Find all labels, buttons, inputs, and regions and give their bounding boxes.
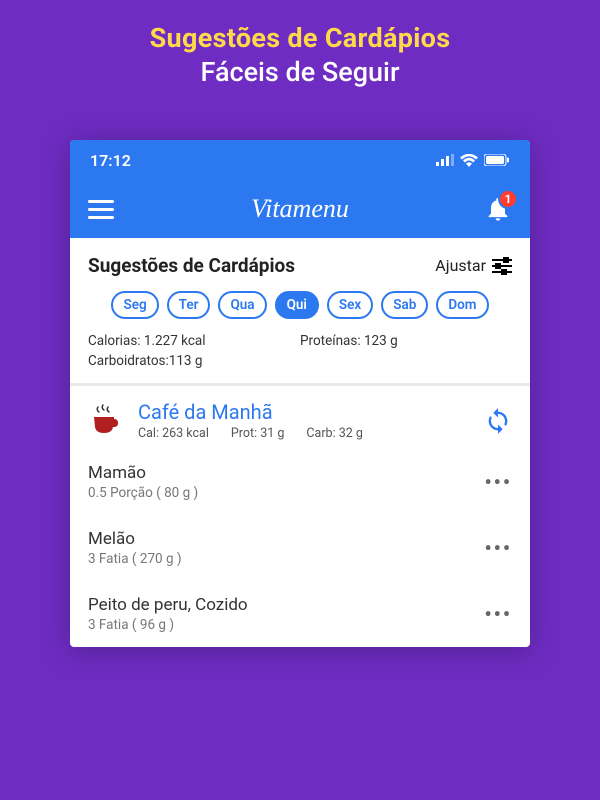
meal-info: Café da Manhã Cal: 263 kcal Prot: 31 g C… xyxy=(138,400,470,441)
section-title: Sugestões de Cardápios xyxy=(88,254,295,277)
day-chip-sab[interactable]: Sab xyxy=(381,291,428,319)
status-bar: 17:12 xyxy=(70,140,530,180)
refresh-icon xyxy=(484,407,512,435)
meal-cal: Cal: 263 kcal xyxy=(138,426,209,441)
food-portion: 3 Fatia ( 270 g ) xyxy=(88,551,182,567)
promo-line-1: Sugestões de Cardápios xyxy=(0,22,600,54)
coffee-cup-icon xyxy=(88,401,124,441)
adjust-button[interactable]: Ajustar xyxy=(435,256,512,275)
food-name: Mamão xyxy=(88,463,198,483)
food-portion: 3 Fatia ( 96 g ) xyxy=(88,617,248,633)
battery-icon xyxy=(484,154,510,166)
promo-header: Sugestões de Cardápios Fáceis de Seguir xyxy=(0,0,600,92)
menu-button[interactable] xyxy=(88,200,114,219)
food-item[interactable]: Mamão 0.5 Porção ( 80 g ) ••• xyxy=(70,449,530,515)
meal-prot: Prot: 31 g xyxy=(231,426,285,441)
wifi-icon xyxy=(460,154,478,167)
notifications-button[interactable]: 1 xyxy=(484,195,512,223)
total-calories: Calorias: 1.227 kcal xyxy=(88,333,300,349)
day-tabs: Seg Ter Qua Qui Sex Sab Dom xyxy=(70,287,530,333)
meal-carb: Carb: 32 g xyxy=(306,426,363,441)
more-icon[interactable]: ••• xyxy=(484,536,512,560)
notification-badge: 1 xyxy=(498,189,518,209)
more-icon[interactable]: ••• xyxy=(484,470,512,494)
refresh-meal-button[interactable] xyxy=(484,407,512,435)
app-title: Vitamenu xyxy=(70,194,530,224)
app-bar: Vitamenu 1 xyxy=(70,180,530,238)
day-chip-qui[interactable]: Qui xyxy=(275,291,319,319)
food-item[interactable]: Melão 3 Fatia ( 270 g ) ••• xyxy=(70,515,530,581)
food-name: Peito de peru, Cozido xyxy=(88,595,248,615)
status-time: 17:12 xyxy=(90,151,131,170)
total-carbs: Carboidratos:113 g xyxy=(88,353,300,369)
meal-header: Café da Manhã Cal: 263 kcal Prot: 31 g C… xyxy=(70,386,530,449)
cellular-icon xyxy=(436,154,454,166)
day-chip-ter[interactable]: Ter xyxy=(167,291,211,319)
food-portion: 0.5 Porção ( 80 g ) xyxy=(88,485,198,501)
day-chip-dom[interactable]: Dom xyxy=(436,291,488,319)
food-item[interactable]: Peito de peru, Cozido 3 Fatia ( 96 g ) •… xyxy=(70,581,530,647)
daily-totals: Calorias: 1.227 kcal Proteínas: 123 g Ca… xyxy=(70,333,530,383)
adjust-label: Ajustar xyxy=(435,256,486,275)
day-chip-seg[interactable]: Seg xyxy=(111,291,158,319)
food-name: Melão xyxy=(88,529,182,549)
sliders-icon xyxy=(492,257,512,275)
phone-frame: 17:12 Vitamenu 1 Sugestões de Cardápios … xyxy=(70,140,530,647)
promo-line-2: Fáceis de Seguir xyxy=(0,56,600,88)
status-icons xyxy=(436,154,510,167)
meal-macros: Cal: 263 kcal Prot: 31 g Carb: 32 g xyxy=(138,426,470,441)
more-icon[interactable]: ••• xyxy=(484,602,512,626)
section-header: Sugestões de Cardápios Ajustar xyxy=(70,238,530,287)
meal-name: Café da Manhã xyxy=(138,400,470,424)
day-chip-sex[interactable]: Sex xyxy=(327,291,373,319)
total-proteins: Proteínas: 123 g xyxy=(300,333,512,349)
day-chip-qua[interactable]: Qua xyxy=(218,291,266,319)
